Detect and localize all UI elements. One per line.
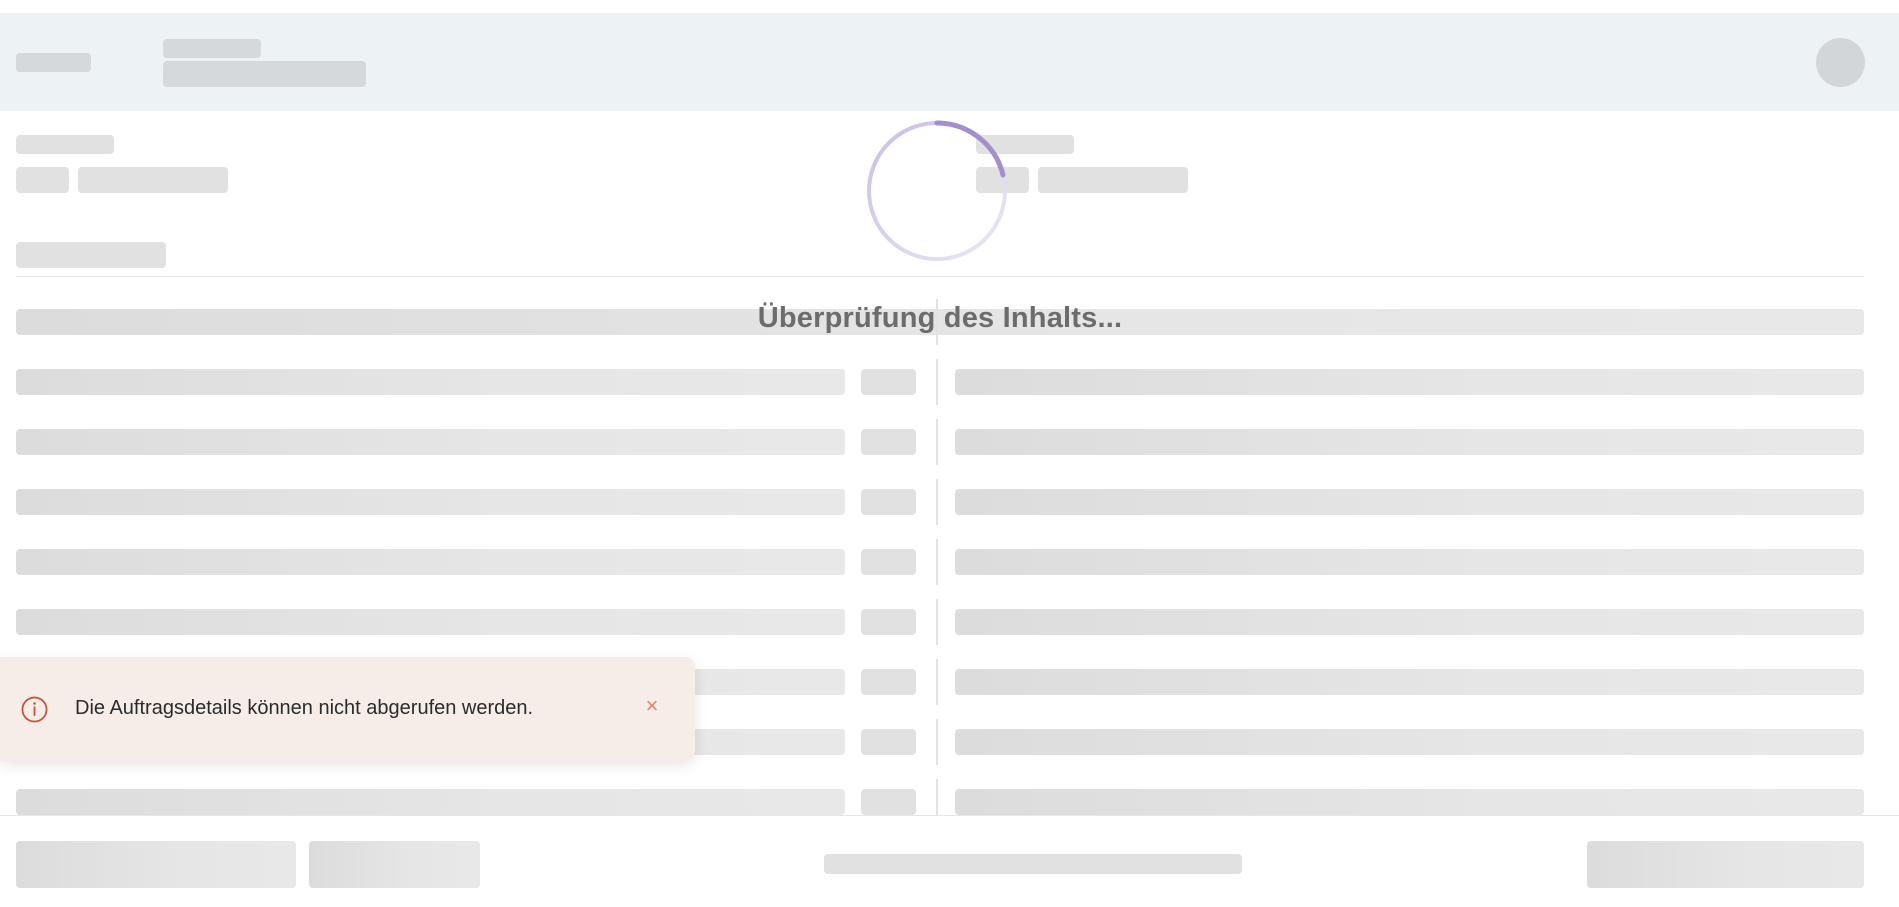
footer-button-placeholder [16,841,296,888]
cell-placeholder [955,789,1864,815]
logo-placeholder [16,53,91,72]
cell-placeholder [861,549,916,575]
column-separator [936,719,938,765]
cell-placeholder [955,609,1864,635]
title-placeholder [163,39,261,58]
cell-placeholder [861,609,916,635]
cell-placeholder [861,789,916,815]
column-separator [936,359,938,405]
avatar-placeholder [1816,38,1865,87]
pagination-placeholder [824,854,1242,874]
info-value-placeholder [1038,167,1188,193]
column-separator [936,779,938,815]
column-separator [936,599,938,645]
cell-placeholder [16,429,845,455]
column-separator [936,479,938,525]
footer-button-placeholder [1587,841,1864,888]
info-value-placeholder [78,167,228,193]
column-separator [936,539,938,585]
close-icon[interactable]: × [640,693,664,719]
loading-message: Überprüfung des Inhalts... [757,302,1123,334]
cell-placeholder [955,729,1864,755]
error-toast: Die Auftragsdetails können nicht abgeruf… [0,657,695,761]
cell-placeholder [955,429,1864,455]
info-value-placeholder [16,167,69,193]
loading-spinner [867,120,1007,261]
section-divider [16,276,1864,277]
cell-placeholder [955,369,1864,395]
info-label-placeholder [16,135,114,154]
cell-placeholder [16,549,845,575]
top-strip [0,0,1899,14]
info-circle-icon [21,696,48,723]
cell-placeholder [955,669,1864,695]
column-separator [936,659,938,705]
cell-placeholder [861,369,916,395]
footer-bar [0,815,1899,907]
footer-button-placeholder [309,841,480,888]
section-title-placeholder [16,242,166,268]
toast-message: Die Auftragsdetails können nicht abgeruf… [75,697,534,719]
cell-placeholder [861,489,916,515]
cell-placeholder [955,549,1864,575]
cell-placeholder [16,789,845,815]
cell-placeholder [861,729,916,755]
header-bar [0,13,1899,111]
cell-placeholder [16,369,845,395]
cell-placeholder [955,489,1864,515]
subtitle-placeholder [163,61,366,87]
cell-placeholder [861,429,916,455]
cell-placeholder [16,609,845,635]
cell-placeholder [16,489,845,515]
column-separator [936,419,938,465]
cell-placeholder [861,669,916,695]
